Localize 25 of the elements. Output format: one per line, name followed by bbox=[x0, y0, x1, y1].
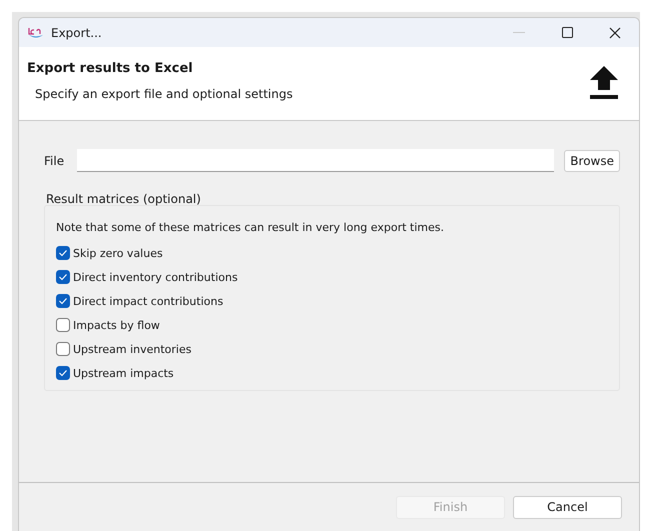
checkbox[interactable] bbox=[56, 294, 70, 308]
checkbox[interactable] bbox=[56, 342, 70, 356]
checkbox[interactable] bbox=[56, 318, 70, 332]
close-icon[interactable] bbox=[609, 26, 621, 38]
cancel-button[interactable]: Cancel bbox=[513, 496, 622, 518]
checkbox[interactable] bbox=[56, 246, 70, 260]
header-subtitle: Specify an export file and optional settings bbox=[35, 87, 294, 101]
window-title: Export... bbox=[51, 26, 103, 40]
app-logo-icon bbox=[27, 26, 45, 40]
upload-arrow-icon bbox=[589, 66, 619, 100]
option-label[interactable]: Direct impact contributions bbox=[73, 294, 224, 308]
option-label[interactable]: Skip zero values bbox=[73, 246, 163, 260]
maximize-icon[interactable] bbox=[562, 27, 572, 38]
option-label[interactable]: Impacts by flow bbox=[73, 318, 160, 332]
note-text: Note that some of these matrices can result in very long export times. bbox=[56, 221, 445, 234]
option-label[interactable]: Upstream impacts bbox=[73, 366, 174, 380]
group-title: Result matrices (optional) bbox=[46, 192, 202, 206]
file-label: File bbox=[44, 154, 64, 168]
checkbox[interactable] bbox=[56, 270, 70, 284]
option-label[interactable]: Direct inventory contributions bbox=[73, 270, 238, 284]
header-title: Export results to Excel bbox=[27, 61, 194, 76]
browse-button[interactable]: Browse bbox=[564, 150, 620, 172]
option-label[interactable]: Upstream inventories bbox=[73, 342, 192, 356]
file-field[interactable] bbox=[77, 149, 554, 172]
checkbox[interactable] bbox=[56, 366, 70, 380]
